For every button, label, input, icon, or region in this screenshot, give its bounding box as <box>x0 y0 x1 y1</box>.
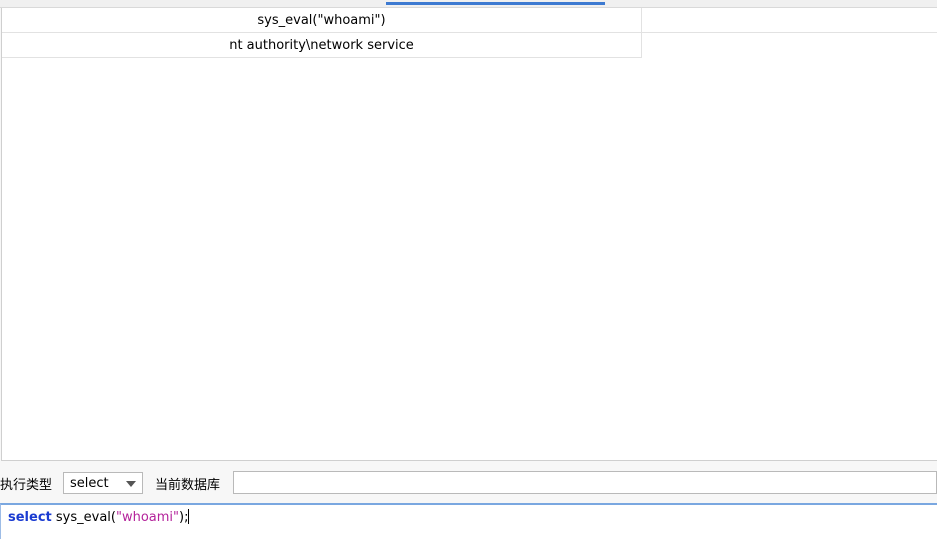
active-tab-indicator[interactable] <box>386 2 605 5</box>
sql-editor[interactable]: select sys_eval("whoami"); <box>0 503 937 539</box>
text-caret <box>188 509 190 524</box>
sql-console-window: sys_eval("whoami") nt authority\network … <box>0 0 937 539</box>
exec-type-value: select <box>70 476 109 491</box>
sql-string: "whoami" <box>115 510 179 525</box>
table-row[interactable]: nt authority\network service <box>2 33 642 58</box>
sql-keyword: select <box>8 510 52 525</box>
current-db-label: 当前数据库 <box>155 478 221 493</box>
result-column-header[interactable]: sys_eval("whoami") <box>2 8 642 33</box>
header-filler <box>642 8 937 33</box>
sql-function: sys_eval( <box>51 510 116 525</box>
sql-tail: ); <box>179 510 189 525</box>
chevron-down-icon <box>126 481 136 487</box>
column-header-label: sys_eval("whoami") <box>257 12 386 28</box>
tab-strip <box>0 0 937 8</box>
query-toolbar: 执行类型 select 当前数据库 <box>0 468 937 498</box>
result-grid: sys_eval("whoami") nt authority\network … <box>1 8 937 461</box>
cell-value: nt authority\network service <box>229 37 414 53</box>
exec-type-select[interactable]: select <box>63 472 143 494</box>
exec-type-label: 执行类型 <box>0 478 53 493</box>
current-db-field[interactable] <box>233 471 937 494</box>
